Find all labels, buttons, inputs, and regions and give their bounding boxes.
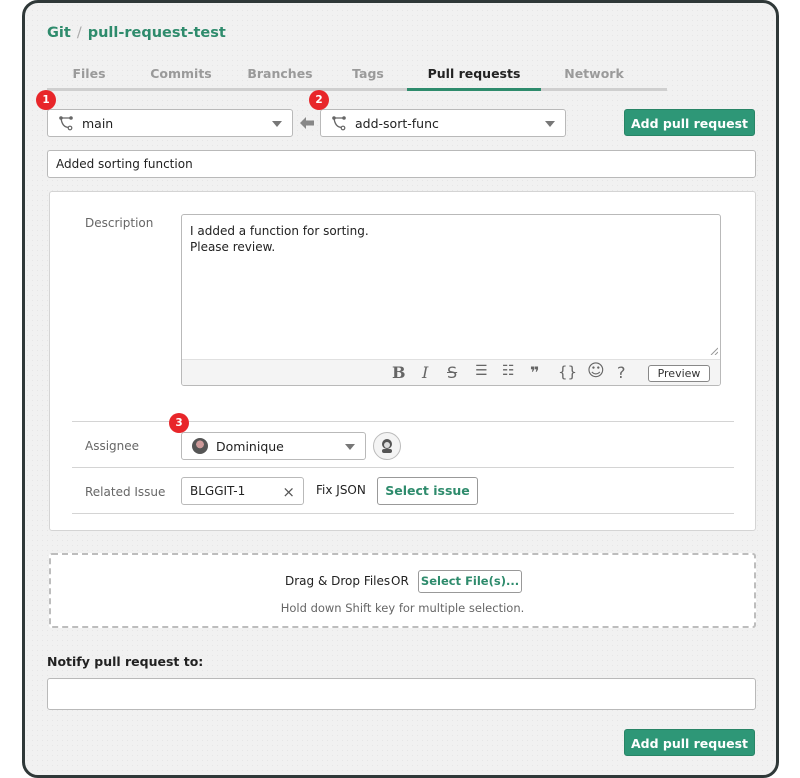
select-files-button[interactable]: Select File(s)... (418, 570, 522, 593)
assign-to-me-button[interactable] (373, 432, 401, 460)
divider (72, 513, 734, 514)
add-pull-request-button-top[interactable]: Add pull request (624, 109, 755, 136)
notify-label: Notify pull request to: (47, 654, 204, 669)
select-issue-button[interactable]: Select issue (377, 477, 478, 505)
quote-icon[interactable]: ❞ (530, 363, 539, 382)
pull-request-title-input[interactable]: Added sorting function (47, 150, 756, 178)
repo-tabs: Files Commits Branches Tags Pull request… (47, 65, 667, 91)
add-pull-request-button-bottom[interactable]: Add pull request (624, 729, 755, 756)
markdown-toolbar: B I S ☰ ☷ ❞ {} ☺ ? Preview (182, 359, 720, 385)
divider (72, 467, 734, 468)
code-icon[interactable]: {} (558, 363, 577, 381)
tab-pull-requests[interactable]: Pull requests (407, 65, 541, 91)
notify-input[interactable] (47, 678, 756, 710)
related-issue-label: Related Issue (85, 485, 166, 499)
details-panel: Description I added a function for sorti… (49, 191, 756, 531)
tab-network[interactable]: Network (541, 65, 647, 91)
app-window: Git / pull-request-test Files Commits Bran… (22, 0, 779, 778)
chevron-down-icon (545, 121, 555, 127)
source-branch-select[interactable]: add-sort-func (320, 109, 566, 137)
breadcrumb-git-link[interactable]: Git (47, 25, 71, 41)
avatar (192, 438, 208, 454)
resize-handle-icon[interactable] (710, 347, 718, 355)
description-textarea[interactable]: I added a function for sorting. Please r… (181, 214, 721, 386)
multi-select-hint: Hold down Shift key for multiple selecti… (280, 601, 525, 615)
strikethrough-icon[interactable]: S (447, 363, 457, 382)
clear-icon[interactable]: × (282, 483, 295, 501)
related-issue-title: Fix JSON (316, 483, 366, 497)
help-icon[interactable]: ? (617, 363, 626, 382)
chevron-down-icon (272, 121, 282, 127)
bullet-list-icon[interactable]: ☰ (475, 363, 488, 379)
tab-files[interactable]: Files (47, 65, 131, 91)
italic-icon[interactable]: I (422, 363, 428, 382)
numbered-list-icon[interactable]: ☷ (502, 363, 515, 379)
file-drop-zone[interactable]: Drag & Drop Files OR Select File(s)... H… (49, 553, 756, 628)
emoji-icon[interactable]: ☺ (587, 361, 605, 381)
source-branch-value: add-sort-func (355, 115, 439, 131)
related-issue-value: BLGGIT-1 (190, 484, 246, 498)
description-label: Description (85, 216, 154, 230)
step-badge-2: 2 (309, 90, 329, 110)
branch-icon (59, 116, 73, 131)
assignee-value: Dominique (216, 438, 284, 454)
breadcrumb-separator: / (76, 25, 82, 41)
title-input-value: Added sorting function (56, 157, 193, 171)
drag-drop-text: Drag & Drop Files (285, 574, 391, 588)
arrow-left-icon (300, 117, 314, 129)
target-branch-select[interactable]: main (47, 109, 293, 137)
chevron-down-icon (345, 444, 355, 450)
or-text: OR (391, 574, 409, 588)
breadcrumb: Git / pull-request-test (47, 25, 226, 41)
tab-branches[interactable]: Branches (231, 65, 329, 91)
preview-button[interactable]: Preview (648, 365, 710, 382)
step-badge-1: 1 (36, 90, 56, 110)
description-text: I added a function for sorting. Please r… (190, 224, 369, 254)
tab-tags[interactable]: Tags (329, 65, 407, 91)
user-icon (382, 439, 392, 453)
assignee-select[interactable]: Dominique (181, 432, 366, 460)
assignee-label: Assignee (85, 439, 140, 453)
step-badge-3: 3 (169, 413, 189, 433)
tab-commits[interactable]: Commits (131, 65, 231, 91)
breadcrumb-repo-link[interactable]: pull-request-test (88, 25, 226, 41)
bold-icon[interactable]: B (392, 363, 406, 382)
branch-icon (332, 116, 346, 131)
target-branch-value: main (82, 115, 114, 131)
related-issue-input[interactable]: BLGGIT-1 × (181, 477, 304, 505)
